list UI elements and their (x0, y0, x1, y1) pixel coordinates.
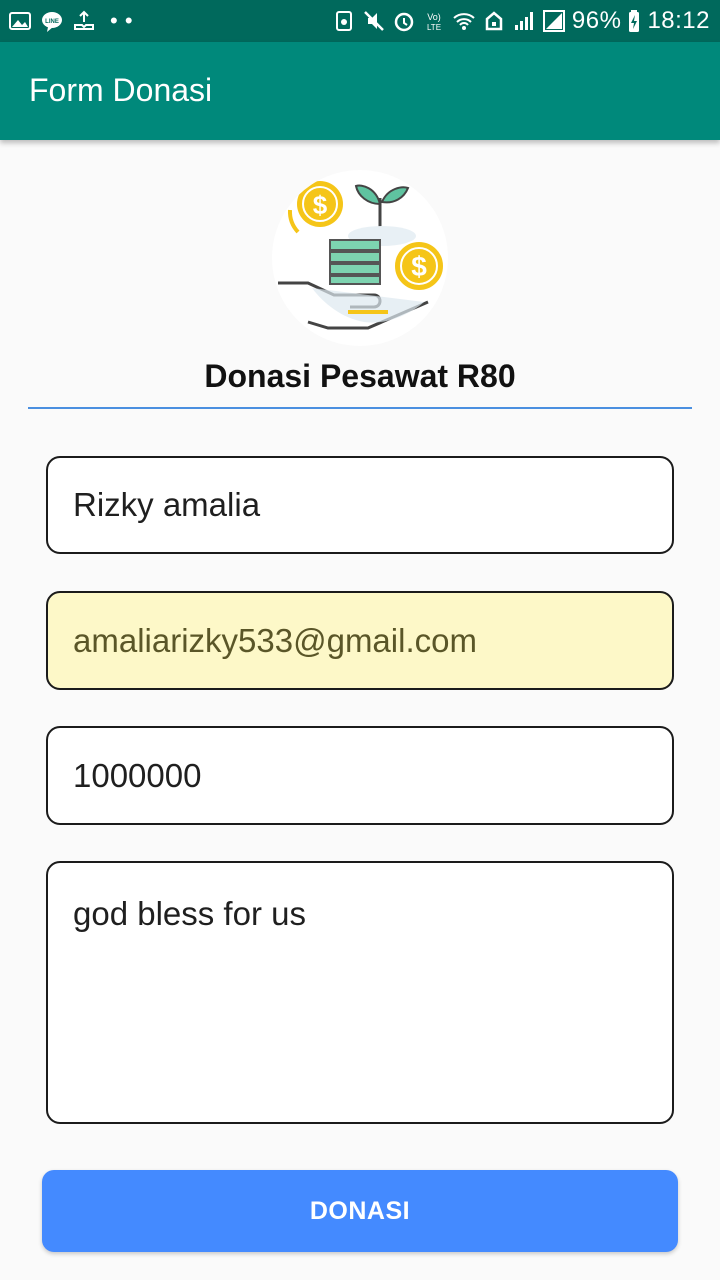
status-right-icons: Vo) LTE 96% 18:12 (332, 7, 710, 35)
amount-field-value: 1000000 (73, 756, 202, 794)
volte-icon: Vo) LTE (422, 9, 446, 33)
nfc-icon (482, 9, 506, 33)
svg-text:$: $ (411, 251, 427, 282)
donation-title: Donasi Pesawat R80 (204, 358, 516, 394)
message-field[interactable]: god bless for us (46, 861, 674, 1124)
gallery-icon (8, 9, 32, 33)
clock: 18:12 (647, 7, 710, 34)
mute-icon (362, 9, 386, 33)
svg-text:LTE: LTE (427, 23, 441, 32)
upload-icon (72, 9, 96, 33)
battery-icon (627, 9, 641, 33)
wifi-icon (452, 9, 476, 33)
battery-percent: 96% (571, 7, 622, 34)
app-bar-title: Form Donasi (29, 72, 213, 108)
line-icon: LINE (40, 9, 64, 33)
donation-hand-coins-icon: $ $ (272, 170, 448, 346)
svg-text:$: $ (313, 190, 328, 220)
status-left-icons: LINE • • (8, 7, 133, 35)
svg-text:LINE: LINE (45, 19, 59, 25)
divider (28, 407, 692, 409)
status-bar: LINE • • Vo) LTE 96% 18:12 (0, 0, 720, 42)
recycle-icon (332, 9, 356, 33)
name-field[interactable]: Rizky amalia (46, 456, 674, 554)
more-notifications-dots: • • (110, 8, 134, 33)
donate-button[interactable]: DONASI (42, 1170, 678, 1252)
svg-text:Vo): Vo) (427, 12, 441, 22)
email-field-value: amaliarizky533@gmail.com (73, 621, 477, 659)
app-bar: Form Donasi (0, 42, 720, 140)
alarm-icon (392, 9, 416, 33)
signal-icon (512, 9, 536, 33)
email-field[interactable]: amaliarizky533@gmail.com (46, 591, 674, 690)
message-field-value: god bless for us (73, 895, 306, 932)
name-field-value: Rizky amalia (73, 486, 261, 523)
signal-icon-2 (542, 9, 566, 33)
amount-field[interactable]: 1000000 (46, 726, 674, 825)
